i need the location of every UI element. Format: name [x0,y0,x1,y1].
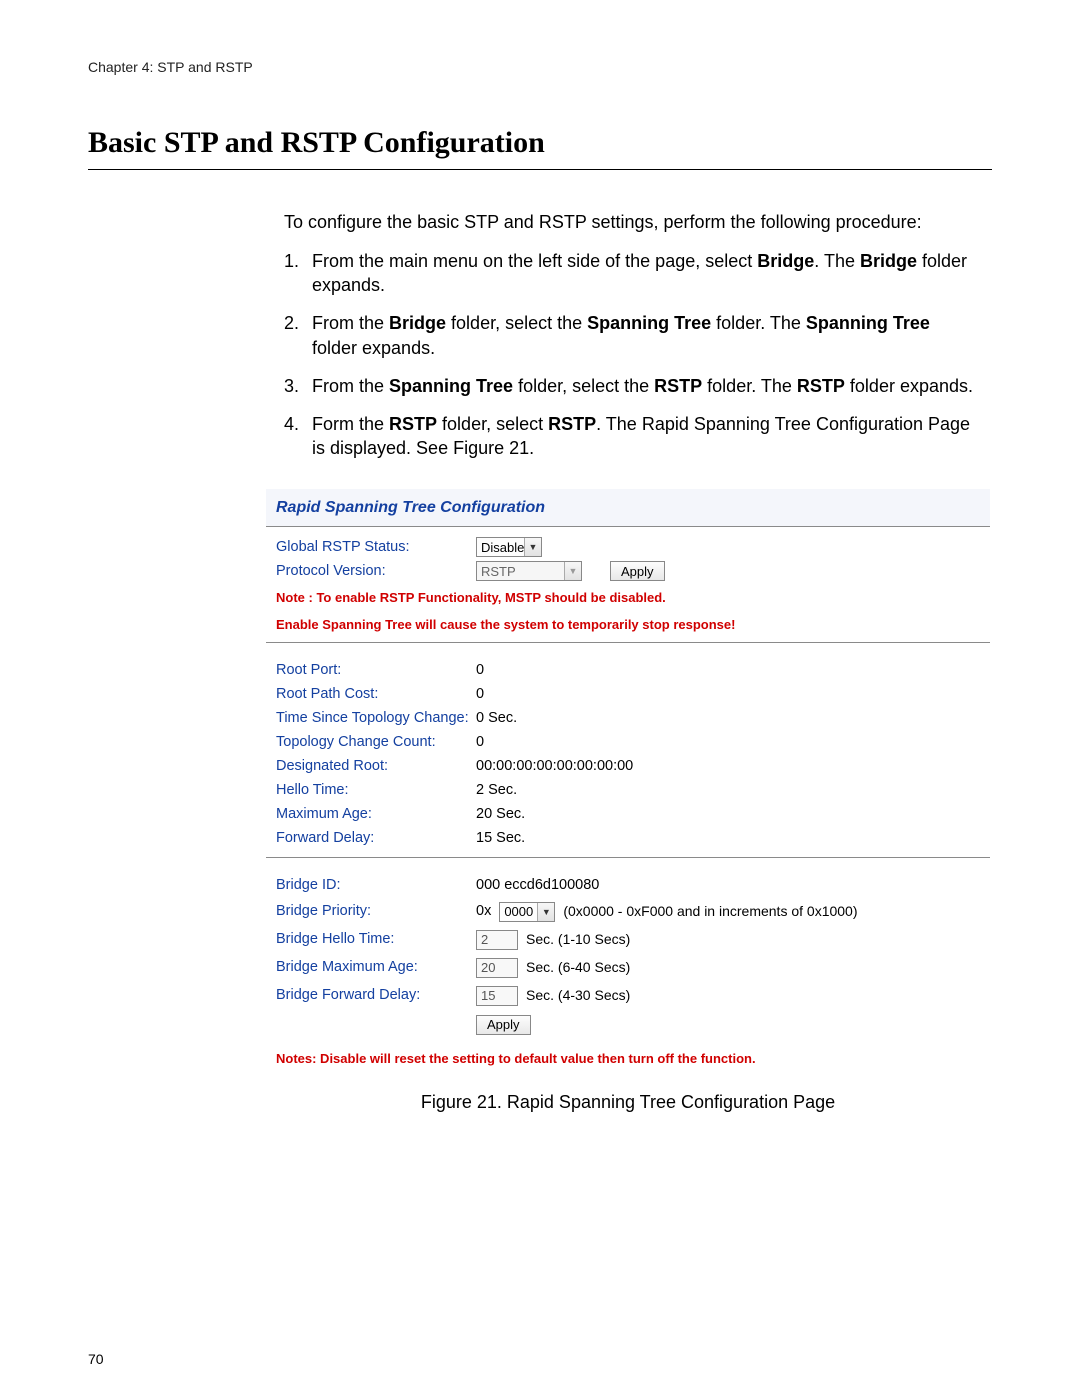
chevron-down-icon: ▼ [537,903,554,921]
list-number: 3. [284,374,312,398]
hello-hint: Sec. (1-10 Secs) [526,930,630,949]
list-number: 4. [284,412,312,461]
bridge-id-label: Bridge ID: [276,876,476,896]
stat-value: 0 Sec. [476,709,980,729]
stat-label: Hello Time: [276,781,476,801]
chevron-down-icon: ▼ [524,538,541,556]
apply-button[interactable]: Apply [610,561,665,581]
bridge-hello-input[interactable]: 2 [476,930,518,950]
figure-caption: Figure 21. Rapid Spanning Tree Configura… [266,1090,990,1114]
bridge-fwd-input[interactable]: 15 [476,986,518,1006]
stat-value: 0 [476,733,980,753]
bridge-hello-label: Bridge Hello Time: [276,930,476,950]
apply-button[interactable]: Apply [476,1015,531,1035]
bridge-section: Bridge ID: 000 eccd6d100080 Bridge Prior… [266,858,990,1046]
figure-21: Rapid Spanning Tree Configuration Global… [266,489,990,1114]
chapter-label: Chapter 4: STP and RSTP [88,58,992,77]
stat-value: 0 [476,685,980,705]
intro-paragraph: To configure the basic STP and RSTP sett… [284,210,974,234]
note-text: Note : To enable RSTP Functionality, MST… [266,585,990,611]
stat-value: 0 [476,661,980,681]
list-item: 1. From the main menu on the left side o… [284,249,974,298]
list-body: From the main menu on the left side of t… [312,249,974,298]
page-heading: Basic STP and RSTP Configuration [88,123,992,171]
bridge-priority-select[interactable]: 0000 ▼ [499,902,555,922]
list-item: 4. Form the RSTP folder, select RSTP. Th… [284,412,974,461]
protocol-version-label: Protocol Version: [276,562,476,582]
bridge-priority-label: Bridge Priority: [276,902,476,922]
stat-label: Time Since Topology Change: [276,709,476,729]
global-rstp-status-select[interactable]: Disable ▼ [476,537,542,557]
stat-value: 15 Sec. [476,829,980,849]
stat-label: Root Path Cost: [276,685,476,705]
chevron-down-icon: ▼ [564,562,581,580]
stat-value: 00:00:00:00:00:00:00:00 [476,757,980,777]
list-number: 2. [284,311,312,360]
bridge-fwd-label: Bridge Forward Delay: [276,986,476,1006]
list-number: 1. [284,249,312,298]
stat-value: 2 Sec. [476,781,980,801]
list-item: 3. From the Spanning Tree folder, select… [284,374,974,398]
body-column: To configure the basic STP and RSTP sett… [284,210,974,460]
procedure-list: 1. From the main menu on the left side o… [284,249,974,461]
stat-label: Maximum Age: [276,805,476,825]
list-item: 2. From the Bridge folder, select the Sp… [284,311,974,360]
note-text: Enable Spanning Tree will cause the syst… [266,612,990,643]
top-section: Global RSTP Status: Disable ▼ Protocol V… [266,526,990,585]
fwd-hint: Sec. (4-30 Secs) [526,986,630,1005]
page-number: 70 [88,1350,104,1369]
panel-title: Rapid Spanning Tree Configuration [266,489,990,527]
stat-label: Designated Root: [276,757,476,777]
stat-label: Topology Change Count: [276,733,476,753]
maxage-hint: Sec. (6-40 Secs) [526,958,630,977]
list-body: From the Bridge folder, select the Spann… [312,311,974,360]
bridge-maxage-label: Bridge Maximum Age: [276,958,476,978]
priority-prefix: 0x [476,902,491,922]
bridge-maxage-input[interactable]: 20 [476,958,518,978]
bridge-id-value: 000 eccd6d100080 [476,876,980,896]
list-body: From the Spanning Tree folder, select th… [312,374,974,398]
list-body: Form the RSTP folder, select RSTP. The R… [312,412,974,461]
priority-hint: (0x0000 - 0xF000 and in increments of 0x… [563,902,857,921]
stat-value: 20 Sec. [476,805,980,825]
stat-label: Root Port: [276,661,476,681]
bottom-note: Notes: Disable will reset the setting to… [266,1046,990,1072]
global-rstp-status-label: Global RSTP Status: [276,538,476,558]
protocol-version-select[interactable]: RSTP ▼ [476,561,582,581]
stat-label: Forward Delay: [276,829,476,849]
stats-section: Root Port:0 Root Path Cost:0 Time Since … [266,643,990,858]
